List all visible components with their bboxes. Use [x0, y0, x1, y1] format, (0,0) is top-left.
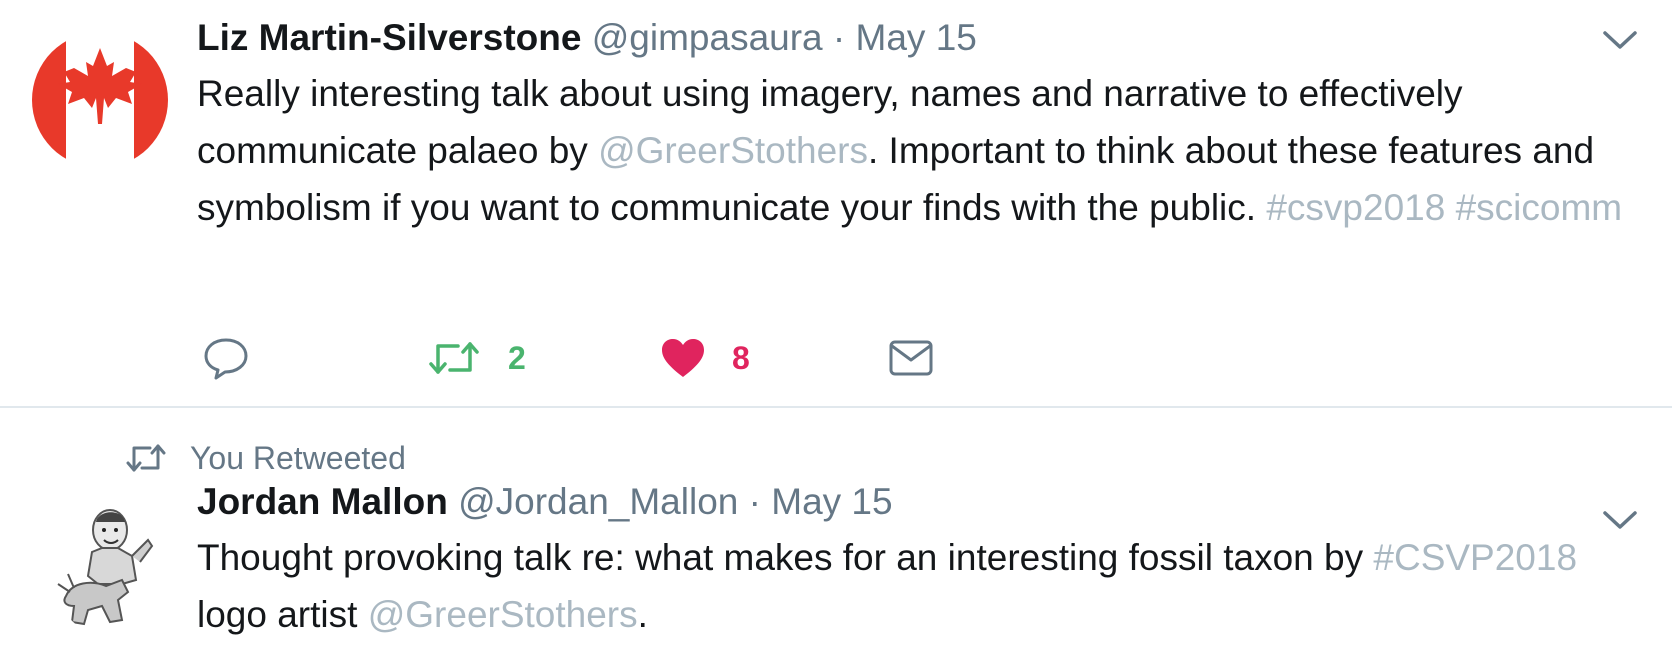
text-segment: Thought provoking talk re: what makes fo…	[197, 537, 1374, 578]
author-handle[interactable]: @Jordan_Mallon	[458, 481, 738, 522]
author-handle[interactable]: @gimpasaura	[592, 17, 823, 58]
retweet-icon	[126, 444, 166, 472]
separator-dot: ·	[832, 17, 846, 58]
tweet-date[interactable]: May 15	[771, 481, 892, 522]
tweet-header: Liz Martin-Silverstone @gimpasaura · May…	[197, 16, 977, 60]
retweet-count: 2	[508, 339, 526, 376]
tweet[interactable]: Liz Martin-Silverstone @gimpasaura · May…	[0, 0, 1672, 408]
text-segment: .	[637, 594, 648, 635]
mention-link[interactable]: @GreerStothers	[598, 130, 868, 171]
more-options-chevron-down-icon[interactable]	[1602, 28, 1638, 52]
tweet-text: Thought provoking talk re: what makes fo…	[197, 529, 1647, 643]
social-context: You Retweeted	[126, 438, 406, 478]
text-segment: logo artist	[197, 594, 368, 635]
retweet-button[interactable]: 2	[428, 330, 526, 386]
envelope-icon	[889, 340, 933, 376]
canadian-flag-bat-avatar	[32, 32, 168, 168]
author-name[interactable]: Jordan Mallon	[197, 481, 448, 522]
avatar[interactable]	[52, 500, 160, 636]
reply-bubble-icon	[204, 338, 248, 380]
tweet-actions: 2 8	[0, 330, 1672, 386]
retweet-icon	[429, 342, 479, 374]
separator-dot: ·	[748, 481, 761, 522]
direct-message-button[interactable]	[888, 330, 934, 386]
tweet-date[interactable]: May 15	[856, 17, 977, 58]
hashtag-link[interactable]: #csvp2018	[1266, 187, 1445, 228]
tweet-header: Jordan Mallon @Jordan_Mallon · May 15	[197, 480, 893, 524]
mention-link[interactable]: @GreerStothers	[368, 594, 638, 635]
tweet-text: Really interesting talk about using imag…	[197, 65, 1647, 236]
like-button[interactable]: 8	[660, 330, 750, 386]
caricature-dinosaur-avatar	[52, 500, 160, 636]
social-context-label: You Retweeted	[190, 439, 406, 476]
text-segment	[1445, 187, 1455, 228]
tweet[interactable]: You Retweeted Jordan Mallon @Jordan_Mall…	[0, 408, 1672, 665]
hashtag-link[interactable]: #CSVP2018	[1373, 537, 1577, 578]
avatar[interactable]	[32, 32, 168, 168]
reply-button[interactable]	[203, 330, 249, 386]
like-count: 8	[732, 339, 750, 376]
hashtag-link[interactable]: #scicomm	[1456, 187, 1623, 228]
heart-icon	[662, 339, 704, 377]
author-name[interactable]: Liz Martin-Silverstone	[197, 17, 581, 58]
